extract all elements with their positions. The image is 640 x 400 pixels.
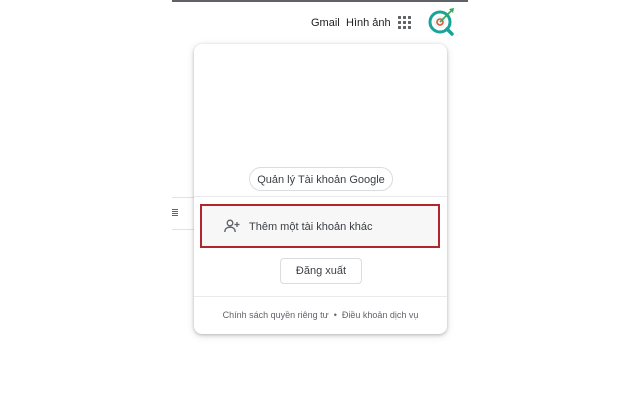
sign-out-button[interactable]: Đăng xuất <box>280 258 362 284</box>
menu-divider <box>194 196 447 197</box>
background-divider <box>172 229 194 230</box>
document-icon <box>171 208 179 217</box>
page: Gmail Hình ảnh Quản lý Tài khoản Google <box>0 0 640 400</box>
background-divider <box>172 197 194 198</box>
add-another-account-button[interactable]: Thêm một tài khoản khác <box>200 204 440 248</box>
footer-separator: • <box>333 310 337 320</box>
add-account-label: Thêm một tài khoản khác <box>249 221 373 233</box>
terms-of-service-link[interactable]: Điều khoản dịch vụ <box>342 310 419 320</box>
person-add-icon <box>224 219 240 233</box>
avatar-icon[interactable] <box>426 6 458 36</box>
menu-footer: Chính sách quyền riêng tư • Điều khoản dịc… <box>194 309 447 321</box>
menu-divider <box>194 296 447 297</box>
manage-google-account-button[interactable]: Quản lý Tài khoản Google <box>249 167 393 191</box>
top-border <box>172 0 468 2</box>
gmail-link[interactable]: Gmail <box>311 16 340 30</box>
account-menu-card: Quản lý Tài khoản Google Thêm một tài kh… <box>194 44 447 334</box>
images-link[interactable]: Hình ảnh <box>346 16 391 30</box>
privacy-policy-link[interactable]: Chính sách quyền riêng tư <box>223 310 329 320</box>
apps-grid-icon[interactable] <box>398 16 412 30</box>
